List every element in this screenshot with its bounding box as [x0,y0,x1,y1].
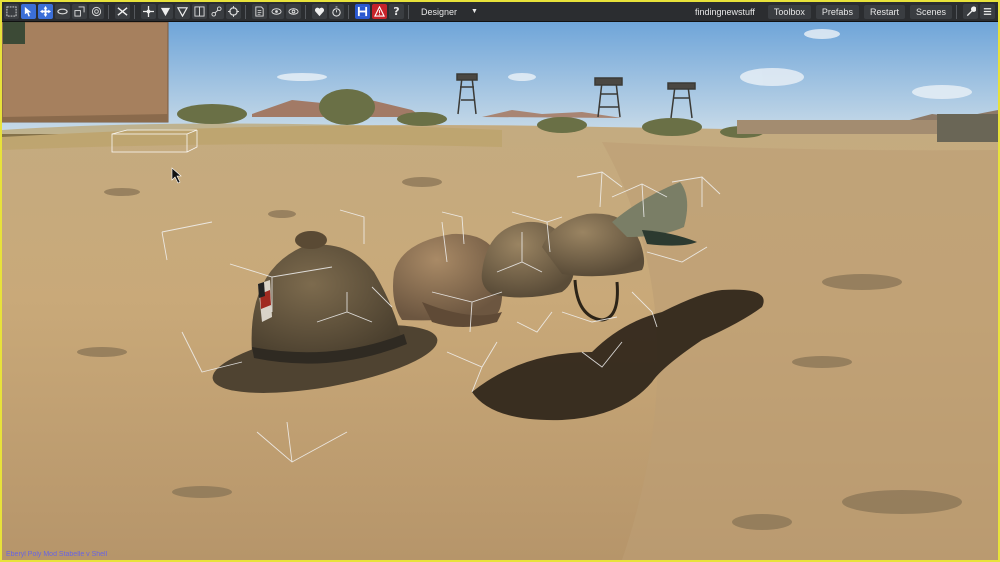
status-text: Eberyl Poly Mod Stabelle v Shell [6,551,108,558]
select-icon[interactable] [4,4,19,19]
pivot-icon[interactable] [89,4,104,19]
editor-window: ? Designer ▼ findingnewstuff Toolbox Pre… [0,0,1000,562]
toolbar-separator [245,4,246,19]
visibility-icon[interactable] [286,4,301,19]
distant-vehicle [937,114,998,142]
scale-icon[interactable] [72,4,87,19]
toolbar-separator [348,4,349,19]
move-icon[interactable] [38,4,53,19]
help-icon[interactable]: ? [389,4,404,19]
terrain-down-icon[interactable] [158,4,173,19]
rotate-icon[interactable] [55,4,70,19]
main-toolbar: ? Designer ▼ findingnewstuff Toolbox Pre… [2,2,998,22]
restart-button[interactable]: Restart [863,4,905,19]
toolbar-separator [956,4,957,19]
toolbar-separator [305,4,306,19]
mode-label: Designer [421,6,458,17]
scene-render [2,22,998,560]
eye-icon[interactable] [269,4,284,19]
prefabs-button[interactable]: Prefabs [815,4,859,19]
toolbox-button[interactable]: Toolbox [767,4,811,19]
link-icon[interactable] [209,4,224,19]
project-name: findingnewstuff [695,6,755,17]
building-window [3,22,25,44]
pointer-icon[interactable] [21,4,36,19]
scenes-button[interactable]: Scenes [909,4,952,19]
target-icon[interactable] [226,4,241,19]
snap-icon[interactable] [141,4,156,19]
scene-viewport[interactable]: Eberyl Poly Mod Stabelle v Shell [2,22,998,560]
file-icon[interactable] [252,4,267,19]
wrench-icon[interactable] [963,4,978,19]
split-icon[interactable] [192,4,207,19]
save-icon[interactable] [355,4,370,19]
cut-icon[interactable] [115,4,130,19]
terrain-icon[interactable] [175,4,190,19]
toolbar-separator [408,4,409,19]
toolbar-separator [108,4,109,19]
timer-icon[interactable] [329,4,344,19]
chevron-down-icon: ▼ [471,8,478,15]
toolbar-separator [134,4,135,19]
building [2,22,168,122]
heart-icon[interactable] [312,4,327,19]
menu-icon[interactable] [980,4,995,19]
warning-icon[interactable] [372,4,387,19]
mode-dropdown[interactable]: Designer ▼ [417,4,484,19]
